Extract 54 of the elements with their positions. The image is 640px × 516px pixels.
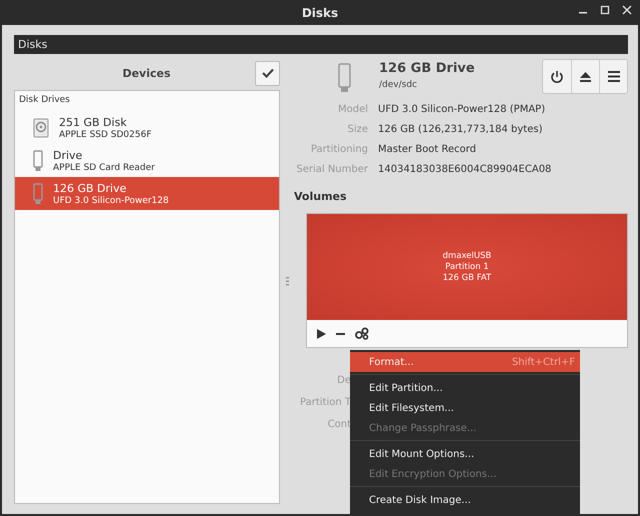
shortcut-label: Shift+Ctrl+F bbox=[512, 356, 575, 368]
menu-item[interactable]: Create Disk Image... bbox=[350, 490, 580, 510]
maximize-icon[interactable] bbox=[600, 5, 610, 15]
flash-drive-icon bbox=[33, 182, 43, 204]
field-value: Master Boot Record bbox=[378, 143, 478, 156]
field-label: Partitioning bbox=[310, 143, 368, 156]
flash-drive-icon bbox=[33, 150, 43, 172]
field-label: De bbox=[337, 374, 351, 387]
devices-title: Devices bbox=[121, 66, 172, 80]
partition-label: Partition 1 bbox=[445, 262, 489, 272]
power-icon bbox=[550, 70, 564, 84]
drive-model: APPLE SD Card Reader bbox=[53, 162, 155, 172]
header-title: Disks bbox=[18, 38, 48, 51]
gears-icon bbox=[355, 327, 369, 340]
mount-button[interactable] bbox=[317, 328, 326, 338]
drive-name: 126 GB Drive bbox=[53, 182, 128, 194]
volumes-title: Volumes bbox=[294, 190, 348, 203]
select-button[interactable] bbox=[255, 60, 280, 86]
menu-item[interactable]: Edit Partition... bbox=[350, 378, 580, 398]
eject-icon bbox=[579, 70, 592, 82]
section-label: Disk Drives bbox=[18, 95, 71, 107]
drive-path: /dev/sdc bbox=[379, 80, 418, 90]
power-button[interactable] bbox=[543, 60, 571, 93]
partition-block[interactable]: dmaxelUSB Partition 1 126 GB FAT bbox=[307, 214, 627, 320]
partition-label: 126 GB FAT bbox=[442, 272, 492, 284]
drive-model: APPLE SSD SD0256F bbox=[59, 130, 152, 140]
play-icon bbox=[317, 328, 326, 338]
close-icon[interactable] bbox=[622, 5, 632, 15]
drive-item[interactable]: 126 GB Drive UFD 3.0 Silicon-Power128 bbox=[15, 177, 279, 210]
checkmark-icon bbox=[262, 68, 274, 78]
drive-item[interactable]: Drive APPLE SD Card Reader bbox=[15, 144, 279, 177]
drive-title: 126 GB Drive bbox=[379, 61, 476, 76]
drive-item[interactable]: 251 GB Disk APPLE SSD SD0256F bbox=[15, 111, 279, 144]
menu-icon bbox=[608, 71, 620, 82]
drive-name: 251 GB Disk bbox=[59, 116, 128, 128]
menu-item[interactable]: Edit Mount Options... bbox=[350, 444, 580, 464]
partition-label: dmaxelUSB bbox=[442, 250, 492, 262]
menu-button[interactable] bbox=[599, 60, 627, 93]
pane-grip-icon[interactable] bbox=[286, 277, 288, 286]
menu-item[interactable]: Format... Shift+Ctrl+F bbox=[350, 352, 580, 372]
eject-button[interactable] bbox=[571, 60, 599, 93]
window-title: Disks bbox=[302, 6, 338, 20]
settings-button[interactable] bbox=[355, 327, 369, 340]
field-label: Cont bbox=[328, 418, 351, 431]
field-label: Size bbox=[346, 123, 368, 136]
menu-item[interactable]: Edit Filesystem... bbox=[350, 398, 580, 418]
flash-drive-icon bbox=[338, 63, 351, 93]
field-value: 126 GB (126,231,773,184 bytes) bbox=[378, 123, 544, 136]
field-value: UFD 3.0 Silicon-Power128 (PMAP) bbox=[378, 103, 546, 116]
field-label: Model bbox=[336, 103, 368, 116]
field-label: Serial Number bbox=[295, 163, 368, 176]
drive-name: Drive bbox=[53, 148, 84, 162]
drive-model: UFD 3.0 Silicon-Power128 bbox=[53, 196, 169, 206]
field-value: 14034183038E6004C89904ECA08 bbox=[378, 163, 552, 176]
